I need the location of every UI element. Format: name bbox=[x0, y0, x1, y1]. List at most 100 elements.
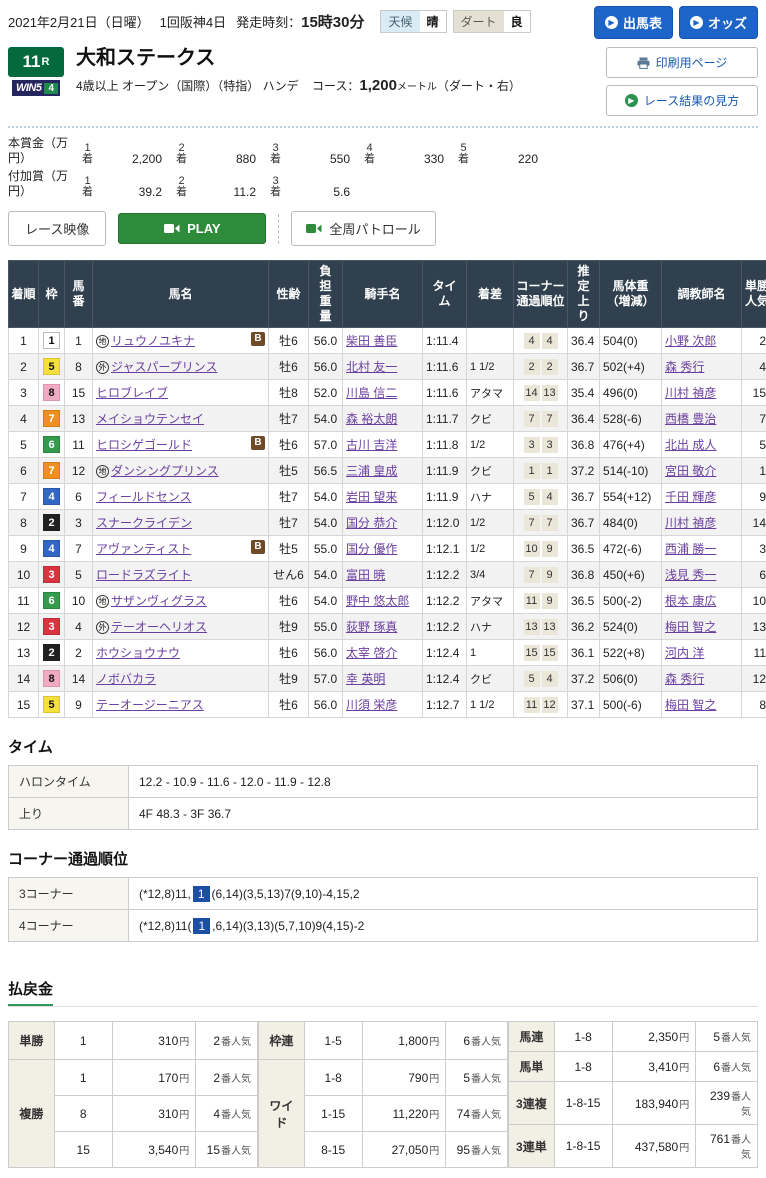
divider bbox=[278, 214, 279, 244]
horse-name-link[interactable]: ヒロブレイブ bbox=[96, 386, 168, 400]
results-header-cell: 単勝 人気 bbox=[742, 261, 766, 328]
trainer-name-link[interactable]: 森 秀行 bbox=[665, 360, 704, 374]
frame-badge: 4 bbox=[43, 488, 60, 505]
corner-position: 4 bbox=[542, 489, 558, 505]
horse-name-link[interactable]: ノボバカラ bbox=[96, 672, 156, 686]
jockey-name-link[interactable]: 野中 悠太郎 bbox=[346, 594, 409, 608]
jockey-name-link[interactable]: 北村 友一 bbox=[346, 360, 397, 374]
horse-name-link[interactable]: メイショウテンセイ bbox=[96, 412, 204, 426]
course-suffix: （ダート・右） bbox=[437, 79, 521, 93]
results-header-cell: 枠 bbox=[39, 261, 65, 328]
frame-badge: 3 bbox=[43, 566, 60, 583]
carried-weight: 57.0 bbox=[309, 666, 343, 692]
margin: ハナ bbox=[467, 614, 514, 640]
sex-age: 牡6 bbox=[269, 640, 309, 666]
margin: クビ bbox=[467, 406, 514, 432]
horse-number: 10 bbox=[65, 588, 93, 614]
corner-positions-cell: 22 bbox=[514, 354, 568, 380]
finish-position: 11 bbox=[9, 588, 39, 614]
result-guide-button[interactable]: ▶ レース結果の見方 bbox=[606, 85, 758, 116]
trainer-name-link[interactable]: 根本 康広 bbox=[665, 594, 716, 608]
trainer-name-link[interactable]: 西浦 勝一 bbox=[665, 542, 716, 556]
jockey-name-link[interactable]: 国分 恭介 bbox=[346, 516, 397, 530]
horse-name-link[interactable]: テーオーヘリオス bbox=[111, 620, 207, 634]
jockey-name-link[interactable]: 富田 暁 bbox=[346, 568, 385, 582]
trainer-name-link[interactable]: 千田 輝彦 bbox=[665, 490, 716, 504]
trainer-cell: 北出 成人 bbox=[662, 432, 742, 458]
payout-tables: 単勝1310円2番人気複勝1170円2番人気8310円4番人気153,540円1… bbox=[8, 1021, 758, 1168]
horse-name-link[interactable]: スナークライデン bbox=[96, 516, 192, 530]
finish-position: 9 bbox=[9, 536, 39, 562]
jockey-name-link[interactable]: 森 裕太朗 bbox=[346, 412, 397, 426]
finish-time: 1:12.0 bbox=[423, 510, 467, 536]
trainer-name-link[interactable]: 森 秀行 bbox=[665, 672, 704, 686]
trainer-cell: 川村 禎彦 bbox=[662, 380, 742, 406]
payout-amount: 437,580円 bbox=[612, 1125, 696, 1168]
results-table: 着順枠馬 番馬名性齢負 担 重 量騎手名タイ ム着差コーナー 通過順位推 定 上… bbox=[8, 260, 766, 718]
jockey-name-link[interactable]: 幸 英明 bbox=[346, 672, 385, 686]
entries-button[interactable]: ▶ 出馬表 bbox=[594, 6, 673, 39]
jockey-name-link[interactable]: 古川 吉洋 bbox=[346, 438, 397, 452]
jockey-name-link[interactable]: 太宰 啓介 bbox=[346, 646, 397, 660]
carried-weight: 52.0 bbox=[309, 380, 343, 406]
trainer-name-link[interactable]: 浅見 秀一 bbox=[665, 568, 716, 582]
horse-name-link[interactable]: ホウショウナウ bbox=[96, 646, 180, 660]
horse-name-link[interactable]: ダンシングプリンス bbox=[111, 464, 219, 478]
horse-name-cell: アヴァンティストB bbox=[93, 536, 269, 562]
trainer-name-link[interactable]: 宮田 敬介 bbox=[665, 464, 716, 478]
jockey-name-link[interactable]: 三浦 皇成 bbox=[346, 464, 397, 478]
corner-positions-cell: 54 bbox=[514, 666, 568, 692]
trainer-name-link[interactable]: 川村 禎彦 bbox=[665, 516, 716, 530]
horse-name-link[interactable]: ヒロシゲゴールド bbox=[96, 438, 192, 452]
jockey-name-link[interactable]: 国分 優作 bbox=[346, 542, 397, 556]
print-page-button[interactable]: 印刷用ページ bbox=[606, 47, 758, 78]
bet-type-label: 単勝 bbox=[9, 1022, 55, 1060]
trainer-name-link[interactable]: 川村 禎彦 bbox=[665, 386, 716, 400]
trainer-name-link[interactable]: 梅田 智之 bbox=[665, 698, 716, 712]
payout-combination: 1-8-15 bbox=[554, 1125, 612, 1168]
race-video-button[interactable]: レース映像 bbox=[8, 211, 106, 246]
horse-name-cell: 外テーオーヘリオス bbox=[93, 614, 269, 640]
jockey-name-link[interactable]: 柴田 善臣 bbox=[346, 334, 397, 348]
play-button[interactable]: PLAY bbox=[118, 213, 266, 244]
horse-name-link[interactable]: フィールドセンス bbox=[96, 490, 192, 504]
corner-section-title: コーナー通過順位 bbox=[8, 848, 758, 869]
trainer-name-link[interactable]: 河内 洋 bbox=[665, 646, 704, 660]
result-row: 746フィールドセンス牡754.0岩田 望来1:11.9ハナ5436.7554(… bbox=[9, 484, 766, 510]
trainer-name-link[interactable]: 小野 次郎 bbox=[665, 334, 716, 348]
video-camera-icon bbox=[306, 223, 322, 234]
payout-combination: 1-5 bbox=[304, 1022, 362, 1060]
horse-name-link[interactable]: リュウノユキナ bbox=[111, 334, 195, 348]
trainer-name-link[interactable]: 梅田 智之 bbox=[665, 620, 716, 634]
horse-name-link[interactable]: テーオージーニアス bbox=[96, 698, 204, 712]
corner3-order: (*12,8)11,1(6,14)(3,5,13)7(9,10)-4,15,2 bbox=[129, 878, 758, 910]
jockey-cell: 森 裕太朗 bbox=[343, 406, 423, 432]
result-row: 6712地ダンシングプリンス牡556.5三浦 皇成1:11.9クビ1137.25… bbox=[9, 458, 766, 484]
horse-name-link[interactable]: ジャスパープリンス bbox=[111, 360, 217, 374]
corner-position: 7 bbox=[524, 567, 540, 583]
horse-name-link[interactable]: サザンヴィグラス bbox=[111, 594, 207, 608]
win-popularity: 8 bbox=[742, 692, 766, 718]
finish-position: 1 bbox=[9, 328, 39, 354]
patrol-video-button[interactable]: 全周パトロール bbox=[291, 211, 435, 246]
payout-amount: 11,220円 bbox=[362, 1096, 446, 1132]
jockey-name-link[interactable]: 川島 信二 bbox=[346, 386, 397, 400]
horse-name-link[interactable]: ロードラズライト bbox=[96, 568, 192, 582]
track-label: ダート bbox=[454, 11, 504, 32]
trainer-name-link[interactable]: 西橋 豊治 bbox=[665, 412, 716, 426]
horse-name-cell: 外ジャスパープリンス bbox=[93, 354, 269, 380]
margin: 3/4 bbox=[467, 562, 514, 588]
horse-name-link[interactable]: アヴァンティスト bbox=[96, 542, 191, 556]
jockey-name-link[interactable]: 岩田 望来 bbox=[346, 490, 397, 504]
jockey-name-link[interactable]: 荻野 琢真 bbox=[346, 620, 397, 634]
win-popularity: 10 bbox=[742, 588, 766, 614]
odds-button[interactable]: ▶ オッズ bbox=[679, 6, 758, 39]
yen-suffix: 円 bbox=[679, 1143, 689, 1154]
horse-weight: 504(0) bbox=[600, 328, 662, 354]
finish-position: 12 bbox=[9, 614, 39, 640]
trainer-name-link[interactable]: 北出 成人 bbox=[665, 438, 716, 452]
finish-position: 4 bbox=[9, 406, 39, 432]
jockey-name-link[interactable]: 川須 栄彦 bbox=[346, 698, 397, 712]
corner4-label: 4コーナー bbox=[9, 910, 129, 942]
race-number-badge: 11R bbox=[8, 47, 64, 77]
